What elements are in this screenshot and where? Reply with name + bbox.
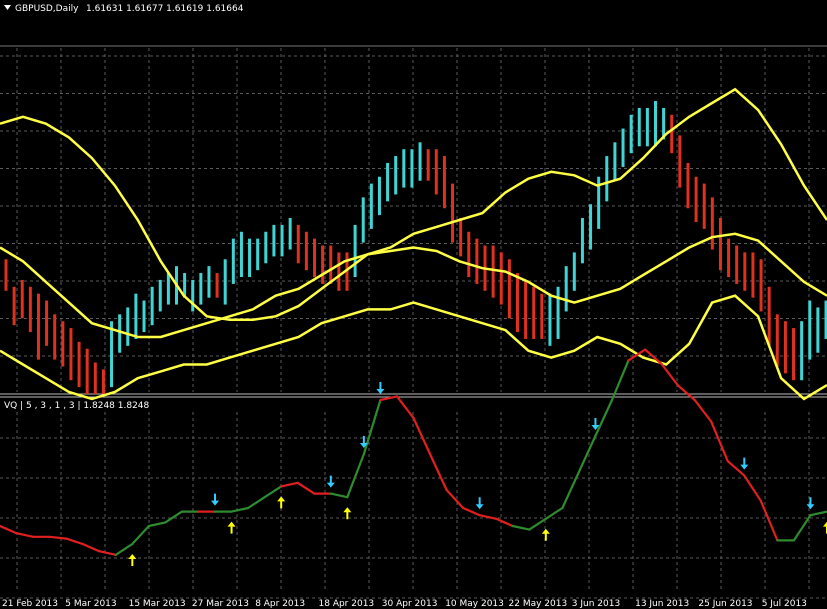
chart-window: 21 Feb 2013 5 Mar 2013 15 Mar 2013 27 Mar 2… [0, 0, 827, 609]
x-tick-label-7: 10 May 2013 [445, 599, 504, 609]
x-tick-label-3: 27 Mar 2013 [192, 599, 249, 609]
x-tick-label-0: 21 Feb 2013 [2, 599, 58, 609]
ohlc-values: 1.61631 1.61677 1.61619 1.61664 [86, 4, 244, 14]
x-tick-label-11: 25 Jun 2013 [698, 599, 752, 609]
x-tick-label-9: 3 Jun 2013 [572, 599, 620, 609]
indicator-label: VQ | 5 , 3 , 1 , 3 | 1.8248 1.8248 [4, 401, 150, 411]
x-tick-label-10: 13 Jun 2013 [635, 599, 689, 609]
x-tick-label-8: 22 May 2013 [509, 599, 568, 609]
x-tick-label-4: 8 Apr 2013 [255, 599, 305, 609]
symbol-title: GBPUSD,Daily [15, 4, 79, 14]
x-tick-label-2: 15 Mar 2013 [129, 599, 186, 609]
x-tick-label-12: 5 Jul 2013 [762, 599, 807, 609]
x-tick-label-1: 5 Mar 2013 [65, 599, 116, 609]
x-tick-label-6: 30 Apr 2013 [382, 599, 438, 609]
x-tick-label-5: 18 Apr 2013 [319, 599, 375, 609]
